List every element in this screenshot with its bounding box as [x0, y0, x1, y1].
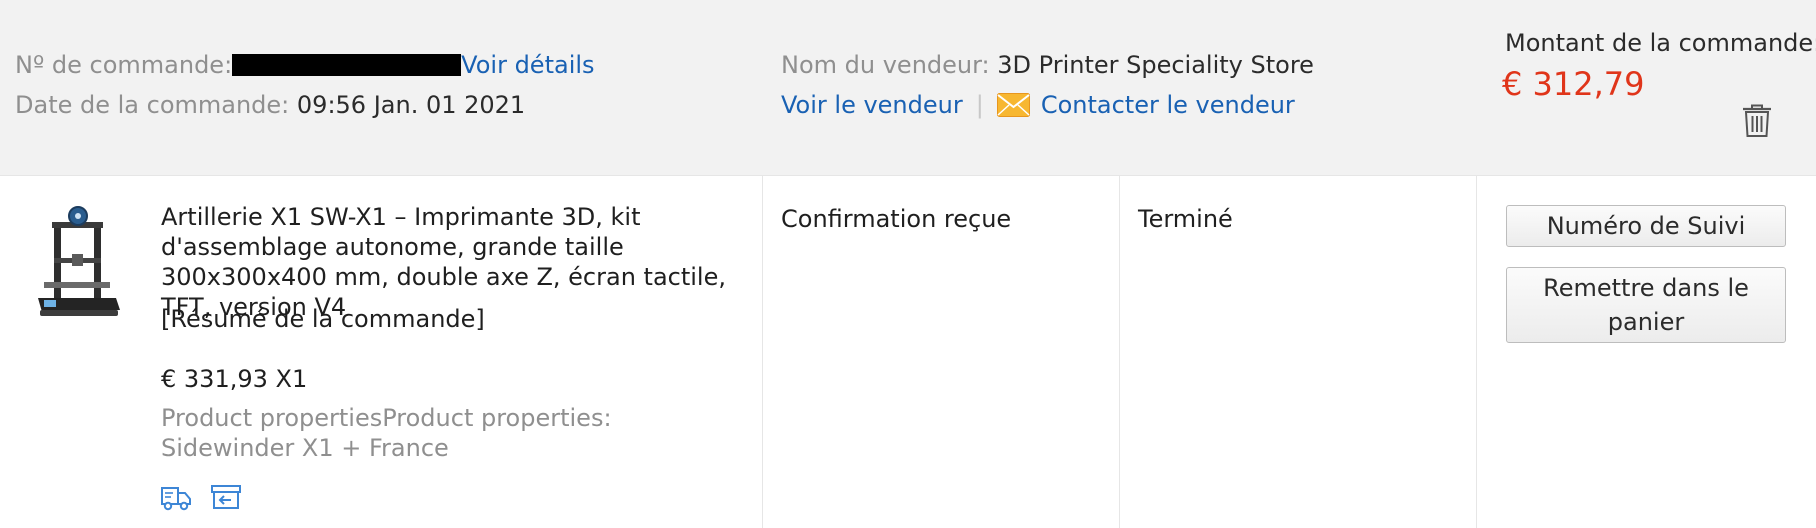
- seller-links-row: Voir le vendeur | Contacter le vendeur: [781, 89, 1295, 121]
- order-number-row: Nº de commande: Voir détails: [15, 49, 595, 81]
- product-properties: Product propertiesProduct properties: Si…: [161, 404, 612, 462]
- order-status-confirmation: Confirmation reçue: [781, 205, 1012, 233]
- product-thumbnail[interactable]: [34, 206, 122, 322]
- seller-name-value: 3D Printer Speciality Store: [997, 51, 1314, 79]
- column-divider: [1476, 176, 1477, 528]
- seller-name-label: Nom du vendeur:: [781, 51, 990, 79]
- link-separator: |: [975, 91, 984, 119]
- order-date-value: 09:56 Jan. 01 2021: [296, 91, 526, 119]
- unit-price: € 331,93 X1: [161, 365, 308, 393]
- tracking-number-button[interactable]: Numéro de Suivi: [1506, 205, 1786, 247]
- seller-name-row: Nom du vendeur: 3D Printer Speciality St…: [781, 49, 1314, 81]
- column-divider: [762, 176, 763, 528]
- envelope-icon[interactable]: [996, 93, 1030, 117]
- order-number-label: Nº de commande:: [15, 51, 233, 79]
- trash-icon[interactable]: [1742, 104, 1772, 138]
- view-details-link[interactable]: Voir détails: [461, 51, 594, 79]
- order-summary-link[interactable]: [Résumé de la commande]: [161, 302, 485, 336]
- order-header: Nº de commande: Voir détails Date de la c…: [0, 0, 1816, 176]
- contact-seller-link[interactable]: Contacter le vendeur: [1041, 91, 1295, 119]
- column-divider: [1119, 176, 1120, 528]
- order-amount-label: Montant de la commande:: [1505, 29, 1816, 57]
- order-number-redacted: [232, 54, 462, 76]
- order-date-row: Date de la commande: 09:56 Jan. 01 2021: [15, 89, 525, 121]
- view-seller-link[interactable]: Voir le vendeur: [781, 91, 963, 119]
- order-status-state: Terminé: [1138, 205, 1233, 233]
- truck-icon[interactable]: [160, 482, 192, 512]
- readd-to-cart-button[interactable]: Remettre dans le panier: [1506, 267, 1786, 343]
- order-date-label: Date de la commande:: [15, 91, 290, 119]
- return-box-icon[interactable]: [210, 482, 242, 512]
- order-amount-value: € 312,79: [1502, 65, 1645, 103]
